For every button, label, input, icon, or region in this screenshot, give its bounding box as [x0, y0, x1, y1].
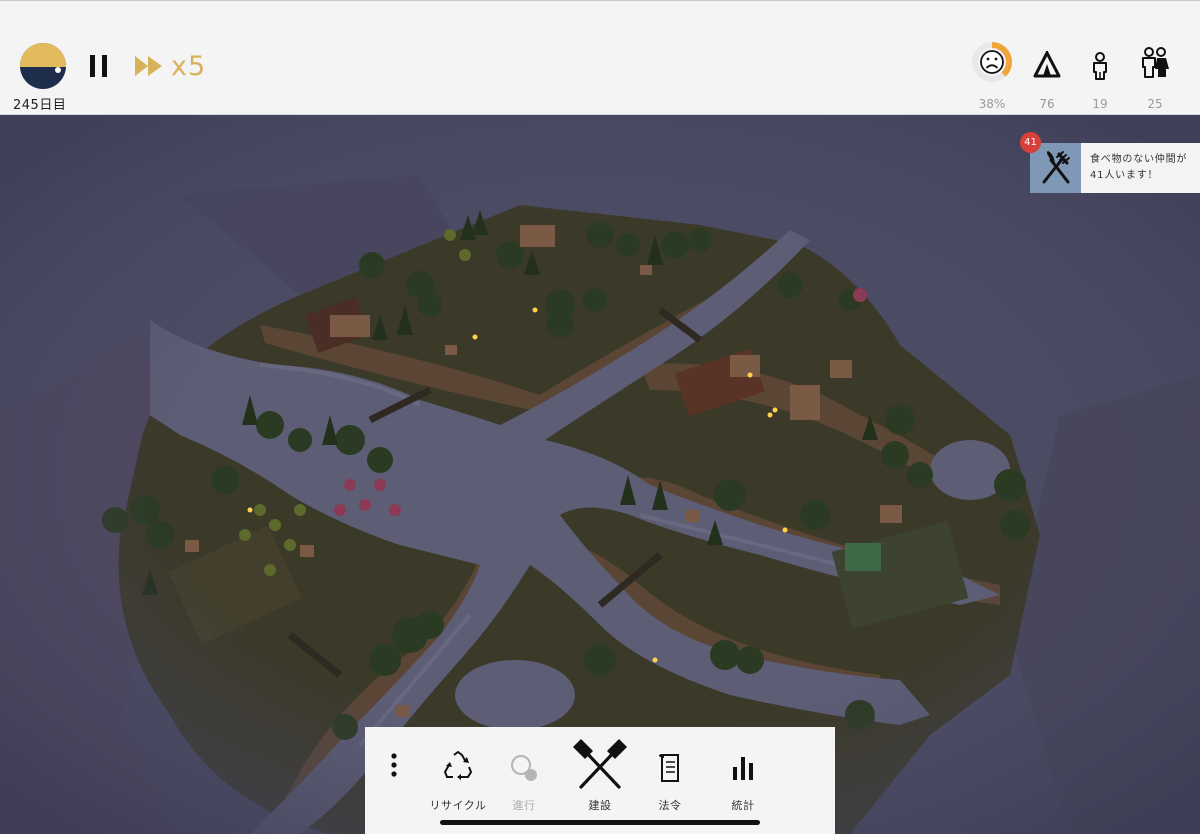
- happiness-stat[interactable]: 38%: [966, 41, 1018, 111]
- statistics-label: 統計: [731, 799, 755, 812]
- sad-face-icon: [972, 42, 1012, 82]
- happiness-value: 38%: [978, 97, 1006, 111]
- shelter-stat[interactable]: 76: [1021, 41, 1073, 111]
- game-speed-label[interactable]: x5: [171, 51, 206, 82]
- bottom-toolbar: リサイクル 進行 建設 法令 統計: [365, 727, 835, 834]
- recycle-label: リサイクル: [429, 799, 487, 812]
- pause-button[interactable]: [88, 53, 110, 79]
- scroll-decree-icon: [659, 754, 679, 782]
- statistics-button[interactable]: 統計: [708, 727, 778, 819]
- recycle-icon: [443, 751, 473, 780]
- notification-message: 食べ物のない仲間が41人います！: [1090, 154, 1188, 181]
- tent-icon: [1033, 51, 1061, 78]
- build-label: 建設: [588, 799, 612, 812]
- build-button[interactable]: 建設: [565, 727, 635, 819]
- children-value: 19: [1092, 97, 1108, 111]
- fork-knife-icon: [1042, 151, 1070, 184]
- notification-count-badge: 41: [1020, 132, 1041, 153]
- notification-icon-box: [1030, 143, 1081, 193]
- crossed-hammers-icon: [573, 739, 627, 789]
- day-night-clock-icon[interactable]: [20, 43, 66, 89]
- notification-hungry[interactable]: 食べ物のない仲間が41人います！: [1030, 143, 1200, 193]
- fast-forward-button[interactable]: [134, 55, 164, 77]
- adults-icon: [1142, 47, 1169, 78]
- home-indicator[interactable]: [440, 820, 760, 825]
- shelter-value: 76: [1039, 97, 1055, 111]
- adults-value: 25: [1147, 97, 1163, 111]
- law-button[interactable]: 法令: [635, 727, 705, 819]
- more-vertical-icon: [391, 753, 397, 777]
- law-label: 法令: [658, 799, 682, 812]
- research-magnifier-icon: [511, 755, 537, 781]
- more-menu-button[interactable]: [383, 727, 405, 819]
- child-icon: [1093, 52, 1107, 80]
- children-stat[interactable]: 19: [1074, 41, 1126, 111]
- bar-chart-icon: [733, 757, 753, 780]
- progress-label: 進行: [512, 799, 536, 812]
- adults-stat[interactable]: 25: [1129, 41, 1181, 111]
- top-hud: 245日目 x5 38% 76 19 25: [0, 0, 1200, 115]
- day-counter: 245日目: [13, 98, 67, 113]
- recycle-button[interactable]: リサイクル: [423, 727, 493, 819]
- progress-button[interactable]: 進行: [493, 727, 555, 819]
